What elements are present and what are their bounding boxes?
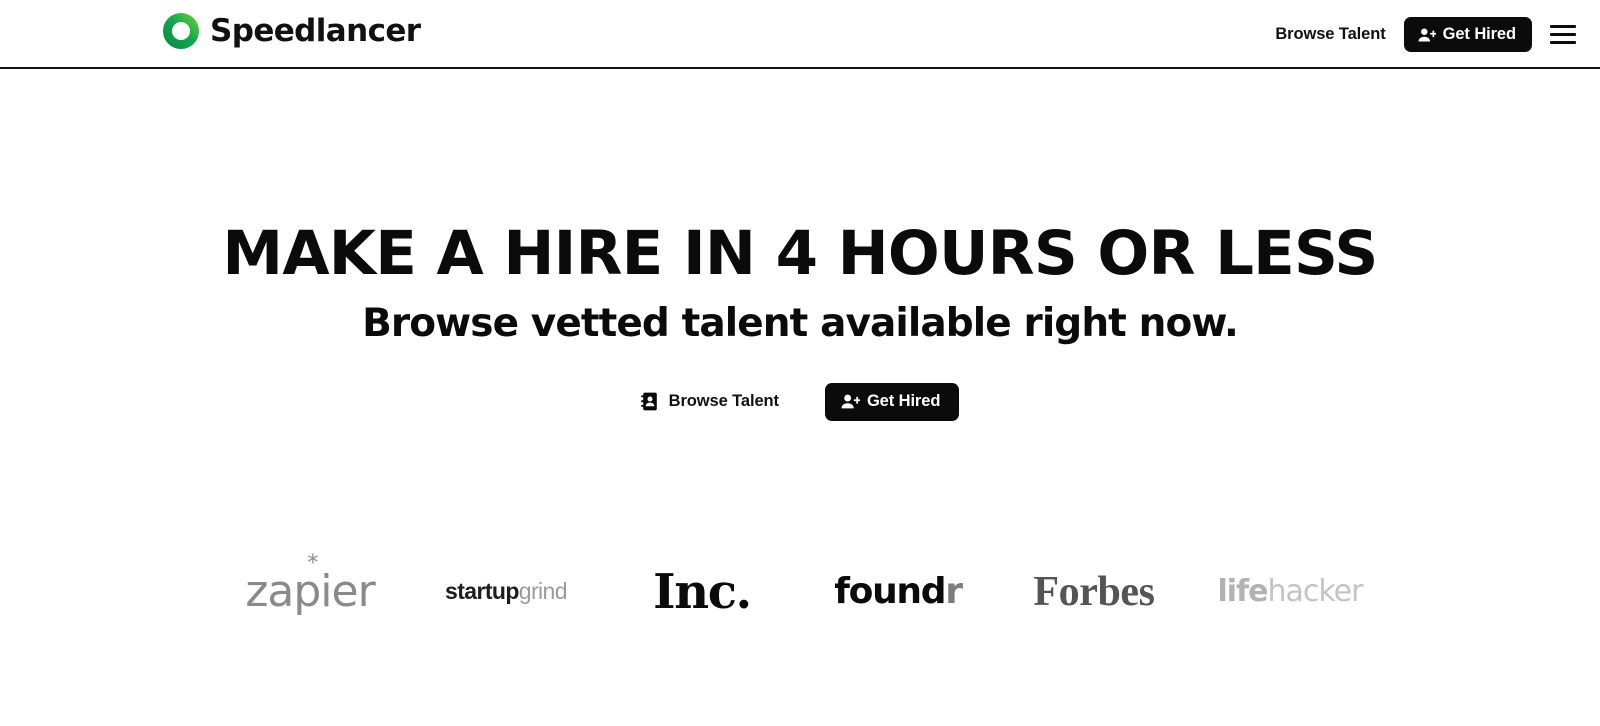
press-logo-inc-text: Inc. xyxy=(653,563,752,620)
press-logo-lifehacker: lifehacker xyxy=(1192,557,1388,627)
press-logo-foundr-dark: found xyxy=(834,570,946,612)
hero-actions: Browse Talent Get Hired xyxy=(0,382,1600,421)
hamburger-bar xyxy=(1550,33,1576,36)
press-logo-forbes: Forbes xyxy=(996,557,1192,627)
hero-browse-talent-link[interactable]: Browse Talent xyxy=(640,392,779,411)
press-logo-foundr-light: r xyxy=(945,570,963,612)
hamburger-bar xyxy=(1550,25,1576,28)
press-logo-lifehacker-light: hacker xyxy=(1267,573,1363,609)
nav-browse-talent-link[interactable]: Browse Talent xyxy=(1275,25,1385,44)
address-book-icon xyxy=(640,392,658,411)
hero-section: MAKE A HIRE IN 4 HOURS OR LESS Browse ve… xyxy=(0,69,1600,627)
press-logo-zapier: zapier * xyxy=(212,552,408,627)
press-logo-startupgrind: startupgrind xyxy=(408,557,604,627)
press-logo-forbes-text: Forbes xyxy=(1033,568,1155,615)
brand-name: Speedlancer xyxy=(210,12,421,49)
press-logos-row: zapier * startupgrind Inc. foundr Forbes… xyxy=(0,552,1600,627)
user-plus-icon xyxy=(1418,27,1437,43)
hero-get-hired-label: Get Hired xyxy=(866,392,941,411)
nav-get-hired-button[interactable]: Get Hired xyxy=(1403,17,1532,52)
green-ring-logo-icon xyxy=(163,13,199,49)
page-title: MAKE A HIRE IN 4 HOURS OR LESS xyxy=(222,218,1378,289)
brand-logo-link[interactable]: Speedlancer xyxy=(163,12,421,49)
hamburger-bar xyxy=(1550,41,1576,44)
zapier-asterisk-icon: * xyxy=(307,550,318,576)
press-logo-lifehacker-bold: life xyxy=(1217,573,1269,609)
press-logo-startupgrind-light: grind xyxy=(518,578,568,605)
press-logo-inc: Inc. xyxy=(604,557,800,627)
press-logo-startupgrind-bold: startup xyxy=(445,578,519,605)
user-plus-icon xyxy=(841,393,861,410)
site-header: Speedlancer Browse Talent Get Hired xyxy=(0,0,1600,69)
press-logo-foundr: foundr xyxy=(800,557,996,627)
hamburger-menu-icon[interactable] xyxy=(1550,22,1576,48)
page-subtitle: Browse vetted talent available right now… xyxy=(362,301,1239,347)
nav-get-hired-label: Get Hired xyxy=(1442,25,1516,43)
hero-browse-talent-label: Browse Talent xyxy=(668,392,779,411)
hero-get-hired-button[interactable]: Get Hired xyxy=(824,382,960,421)
primary-navigation: Browse Talent Get Hired xyxy=(1275,0,1576,69)
